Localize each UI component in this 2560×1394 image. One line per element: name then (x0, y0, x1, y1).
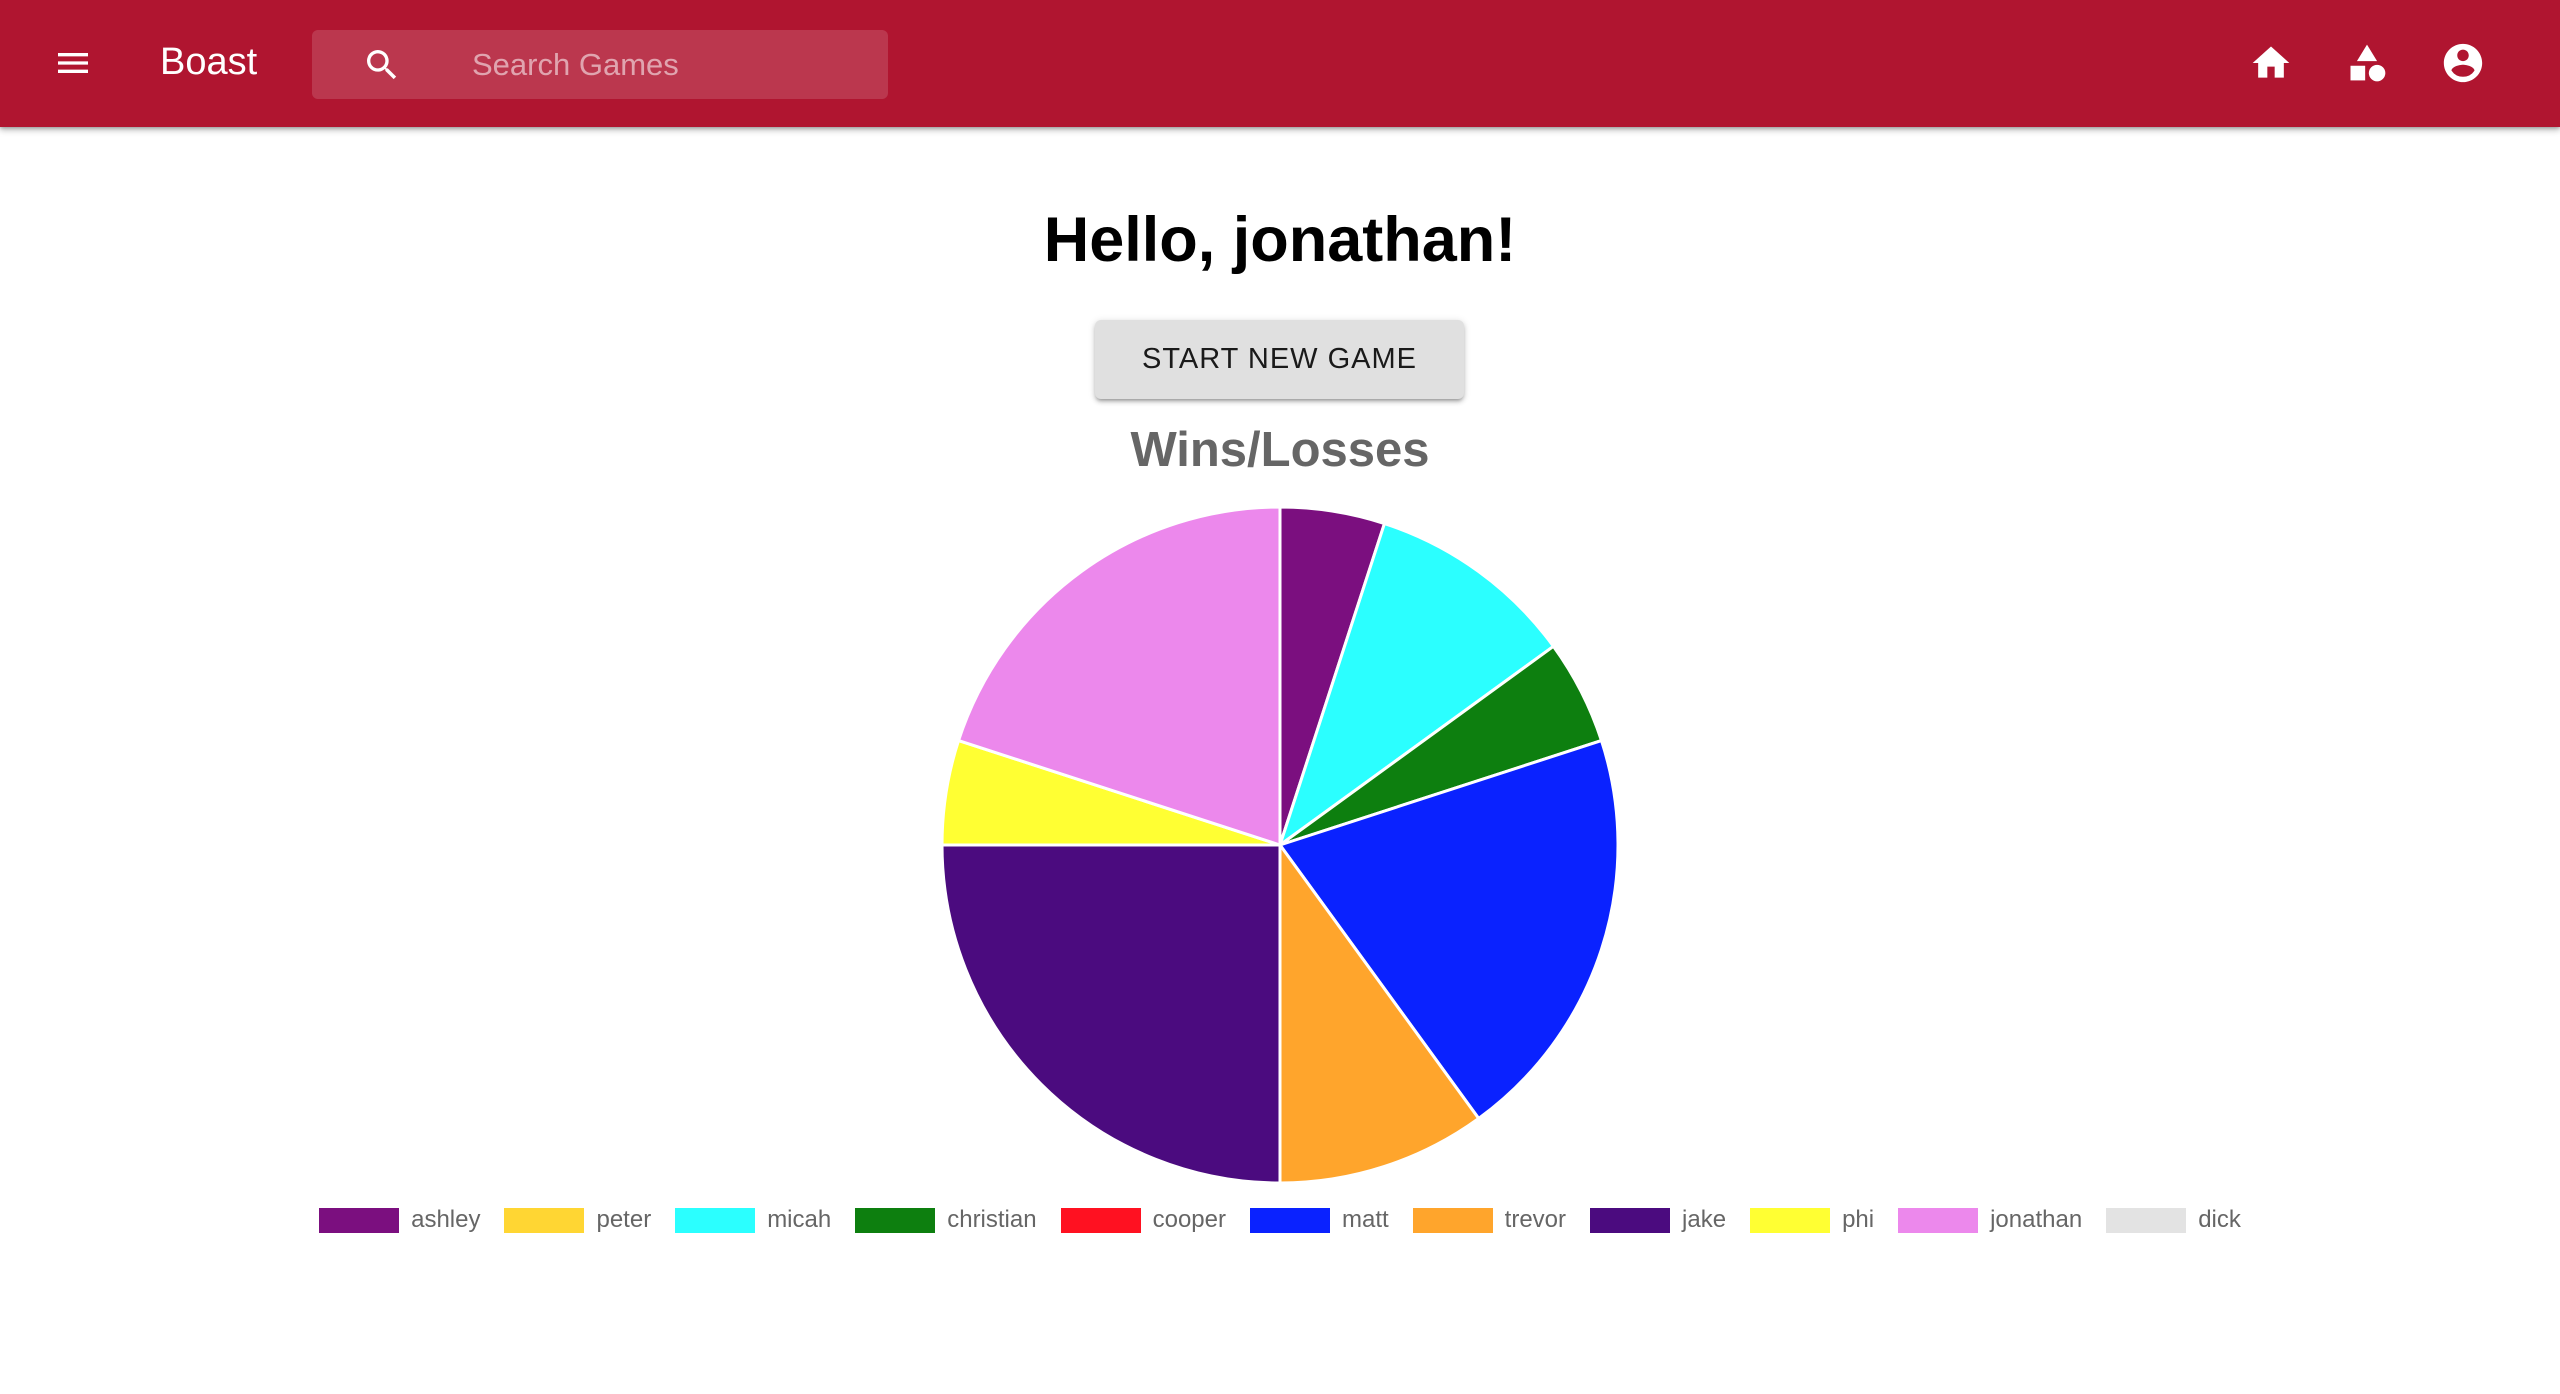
legend-swatch (2106, 1207, 2187, 1233)
legend-item-ashley[interactable]: ashley (319, 1200, 480, 1240)
greeting-heading: Hello, jonathan! (1043, 205, 1517, 275)
legend-swatch (1412, 1207, 1493, 1233)
home-button[interactable] (2238, 30, 2304, 96)
legend-item-cooper[interactable]: cooper (1060, 1200, 1226, 1240)
app-bar: Boast (0, 0, 2560, 127)
search-box[interactable] (312, 30, 888, 99)
legend-item-micah[interactable]: micah (675, 1200, 831, 1240)
category-icon (2350, 44, 2386, 82)
legend-item-phi[interactable]: phi (1750, 1200, 1874, 1240)
start-new-game-button[interactable]: START NEW GAME (1095, 320, 1464, 399)
legend-label: cooper (1152, 1206, 1226, 1233)
legend-swatch (319, 1207, 400, 1233)
legend-label: ashley (411, 1206, 481, 1233)
search-icon (367, 50, 397, 80)
legend-label: dick (2198, 1206, 2241, 1233)
legend-swatch (1590, 1207, 1671, 1233)
legend-label: matt (1341, 1206, 1389, 1233)
pie-slice-jake[interactable] (940, 843, 1282, 1185)
legend-swatch (1750, 1207, 1831, 1233)
legend-item-matt[interactable]: matt (1249, 1200, 1389, 1240)
legend-label: trevor (1504, 1206, 1567, 1233)
legend-swatch (675, 1207, 756, 1233)
legend-label: peter (596, 1206, 652, 1233)
menu-icon (58, 53, 88, 73)
legend-item-peter[interactable]: peter (504, 1200, 651, 1240)
legend-label: micah (767, 1206, 832, 1233)
legend-swatch (855, 1207, 936, 1233)
category-button[interactable] (2334, 30, 2400, 96)
menu-button[interactable] (40, 30, 106, 96)
legend-swatch (1898, 1207, 1979, 1233)
account-circle-icon (2443, 43, 2483, 83)
legend-item-dick[interactable]: dick (2106, 1200, 2241, 1240)
chart-title: Wins/Losses (1130, 423, 1430, 477)
legend-swatch (1060, 1207, 1141, 1233)
legend-label: jonathan (1990, 1206, 2083, 1233)
legend-item-christian[interactable]: christian (855, 1200, 1037, 1240)
legend-swatch (504, 1207, 585, 1233)
home-icon (2252, 46, 2290, 78)
chart-legend: ashley peter micah christian cooper matt trevo… (0, 1200, 2560, 1240)
legend-item-jake[interactable]: jake (1590, 1200, 1726, 1240)
wins-losses-pie-chart (940, 505, 1620, 1185)
legend-item-trevor[interactable]: trevor (1412, 1200, 1567, 1240)
legend-label: christian (947, 1206, 1037, 1233)
legend-label: jake (1682, 1206, 1727, 1233)
legend-item-jonathan[interactable]: jonathan (1898, 1200, 2082, 1240)
brand-title[interactable]: Boast (160, 38, 257, 86)
legend-label: phi (1842, 1206, 1875, 1233)
legend-swatch (1249, 1207, 1330, 1233)
search-input[interactable] (472, 30, 872, 99)
account-button[interactable] (2430, 30, 2496, 96)
